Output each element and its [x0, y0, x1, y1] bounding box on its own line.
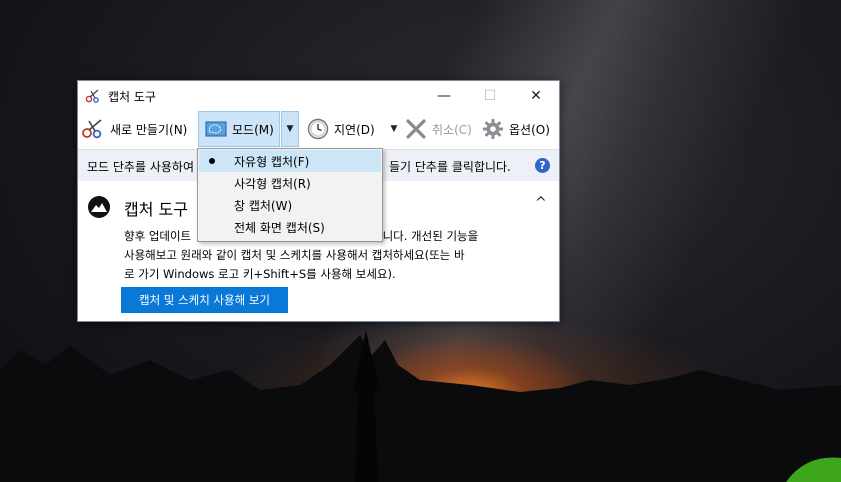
clock-icon	[307, 118, 329, 140]
mode-dropdown-button[interactable]: ▼	[281, 111, 299, 147]
chevron-down-icon: ▼	[286, 124, 294, 134]
scissors-icon	[82, 119, 102, 139]
panel-text-line2: 사용해보고 원래와 같이 캡처 및 스케치를 사용해서 캡처하세요(또는 바	[124, 248, 465, 262]
delay-dropdown-button[interactable]: ▼	[387, 111, 401, 147]
mode-button[interactable]: 모드(M)	[198, 111, 280, 147]
maximize-button[interactable]: ☐	[467, 81, 513, 111]
options-label: 옵션(O)	[509, 122, 550, 137]
free-form-snip-icon	[205, 121, 227, 137]
menu-item-free-form[interactable]: 자유형 캡처(F)	[199, 150, 381, 172]
scissors-icon	[85, 89, 99, 103]
selected-bullet-icon	[209, 158, 215, 164]
delay-button[interactable]: 지연(D)	[307, 111, 375, 147]
cancel-label: 취소(C)	[432, 122, 472, 137]
x-icon	[406, 119, 426, 139]
delay-label: 지연(D)	[334, 122, 375, 137]
gear-icon	[483, 119, 503, 139]
panel-text-line1-left: 향후 업데이트	[124, 229, 192, 243]
minimize-button[interactable]: —	[421, 81, 467, 111]
mode-label: 모드(M)	[232, 122, 274, 137]
panel-heading: 캡처 도구	[124, 200, 188, 219]
info-text-right: 들기 단추를 클릭합니다.	[389, 160, 511, 174]
window-title: 캡처 도구	[108, 90, 156, 104]
leaf-shape	[786, 457, 841, 482]
help-icon[interactable]: ?	[535, 158, 550, 173]
chevron-up-icon[interactable]: ^	[535, 195, 547, 211]
panel-text-line3: 로 가기 Windows 로고 키+Shift+S를 사용해 보세요).	[124, 267, 396, 281]
mode-dropdown-menu: 자유형 캡처(F) 사각형 캡처(R) 창 캡처(W) 전체 화면 캡처(S)	[197, 148, 383, 242]
menu-item-label: 사각형 캡처(R)	[234, 176, 311, 191]
menu-item-full-screen[interactable]: 전체 화면 캡처(S)	[199, 216, 381, 238]
panel-text-line1-right: 됩니다. 개선된 기능을	[372, 229, 479, 243]
new-snip-label: 새로 만들기(N)	[110, 122, 188, 137]
title-bar[interactable]: 캡처 도구 — ☐ ✕	[78, 81, 559, 111]
cancel-button[interactable]: 취소(C)	[405, 111, 472, 147]
chevron-down-icon: ▼	[390, 124, 398, 134]
mountain-silhouette	[0, 330, 841, 482]
close-button[interactable]: ✕	[513, 81, 559, 111]
menu-item-window[interactable]: 창 캡처(W)	[199, 194, 381, 216]
menu-item-rectangular[interactable]: 사각형 캡처(R)	[199, 172, 381, 194]
menu-item-label: 창 캡처(W)	[234, 198, 293, 213]
snip-sketch-icon	[88, 196, 110, 218]
menu-item-label: 자유형 캡처(F)	[234, 154, 310, 169]
new-snip-button[interactable]: 새로 만들기(N)	[81, 111, 187, 147]
toolbar: 새로 만들기(N) 모드(M) ▼ 지연(D) ▼ 취소(C) 옵션(O)	[78, 111, 559, 147]
menu-item-label: 전체 화면 캡처(S)	[234, 220, 325, 235]
info-text-left: 모드 단추를 사용하여	[87, 160, 194, 174]
options-button[interactable]: 옵션(O)	[482, 111, 550, 147]
try-snip-sketch-button[interactable]: 캡처 및 스케치 사용해 보기	[121, 287, 288, 313]
